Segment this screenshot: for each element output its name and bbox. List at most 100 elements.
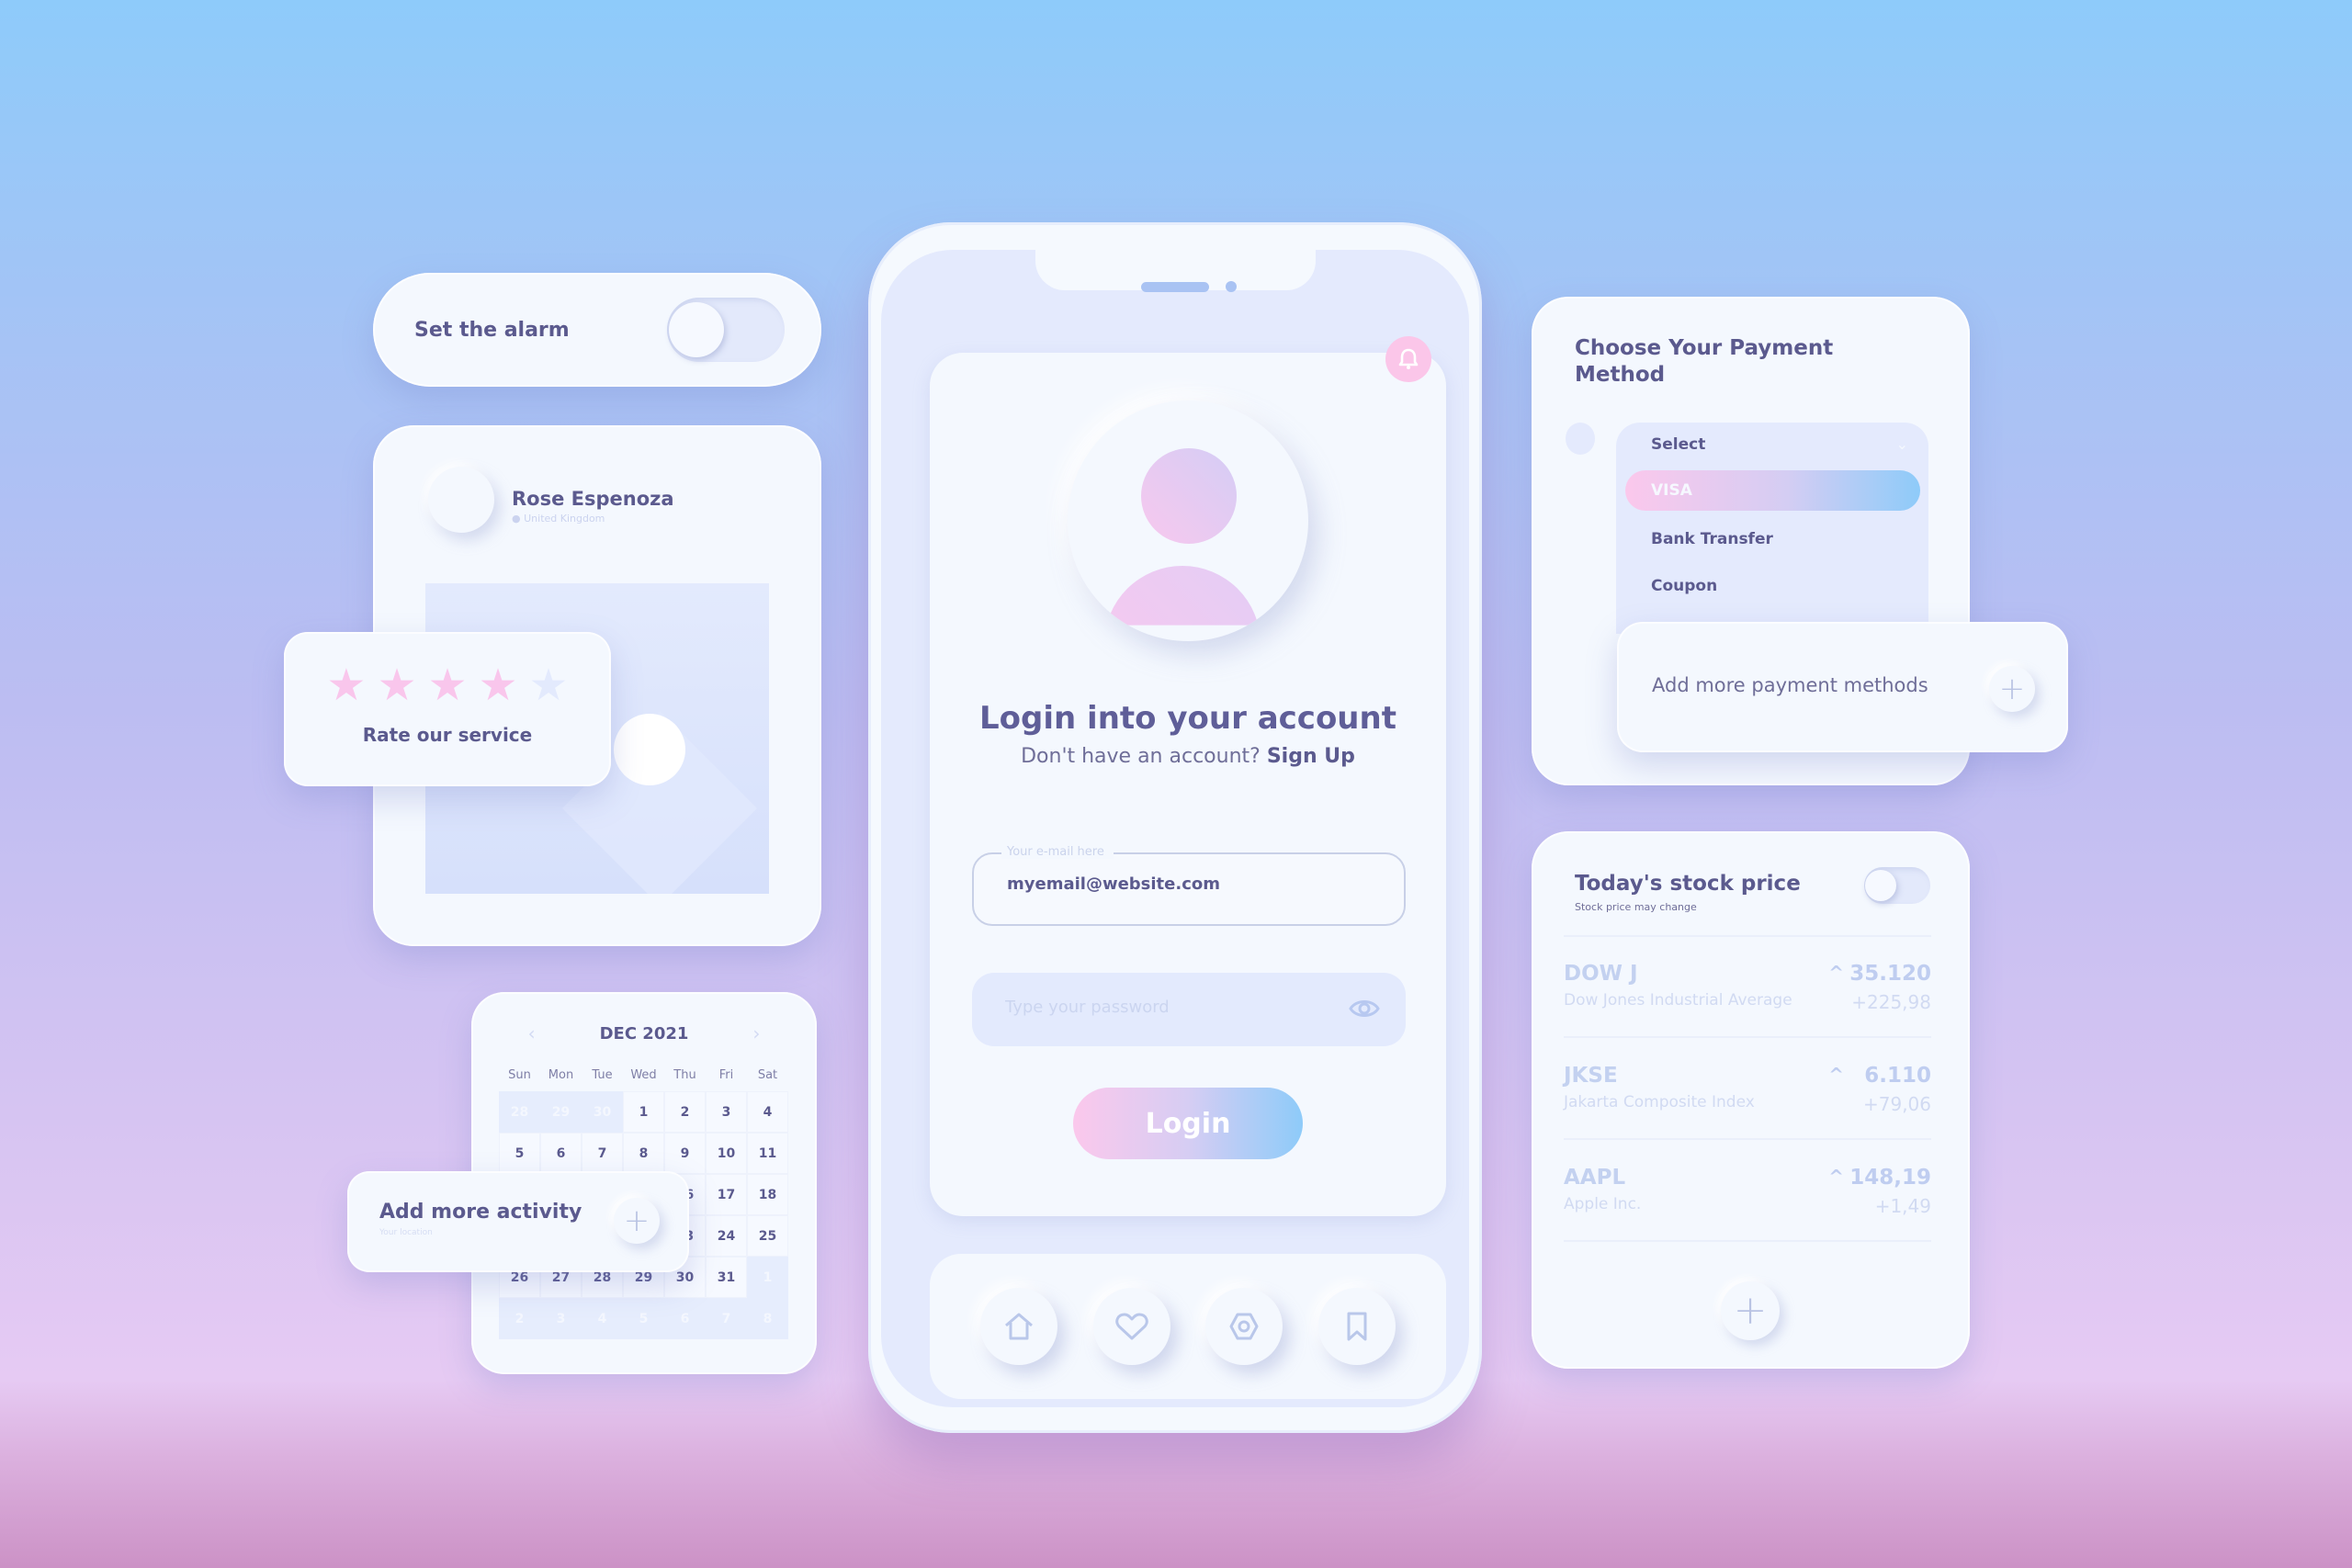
- signup-prompt: Don't have an account? Sign Up: [930, 745, 1446, 768]
- stocks-title: Today's stock price: [1575, 872, 1801, 896]
- stock-name: Jakarta Composite Index: [1564, 1093, 1755, 1111]
- activity-label: Add more activity: [379, 1201, 582, 1224]
- toggle-knob: [1865, 870, 1896, 901]
- calendar-day[interactable]: 17: [706, 1174, 747, 1215]
- password-field[interactable]: [972, 973, 1406, 1046]
- calendar-day[interactable]: 24: [706, 1215, 747, 1257]
- divider: [1564, 1240, 1931, 1242]
- bell-icon: [1398, 348, 1419, 369]
- sun-shape: [614, 714, 685, 785]
- weekday-label: Wed: [630, 1068, 657, 1082]
- chevron-down-icon[interactable]: ⌄: [1896, 435, 1908, 453]
- weekday-label: Thu: [673, 1068, 696, 1082]
- pin-icon: ●: [512, 513, 525, 525]
- stocks-card: Today's stock price Stock price may chan…: [1532, 831, 1970, 1369]
- phone-mockup: Login into your account Don't have an ac…: [868, 222, 1482, 1433]
- star-filled-icon[interactable]: ★: [427, 663, 467, 707]
- calendar-day[interactable]: 9: [664, 1133, 706, 1174]
- chevron-left-icon[interactable]: ‹: [528, 1022, 536, 1044]
- divider: [1564, 1138, 1931, 1140]
- calendar-day[interactable]: 5: [499, 1133, 540, 1174]
- calendar-day-outside[interactable]: 6: [664, 1298, 706, 1339]
- phone-speaker: [1141, 282, 1209, 292]
- add-stock-button[interactable]: +: [1721, 1281, 1780, 1340]
- calendar-day[interactable]: 18: [747, 1174, 788, 1215]
- stock-row[interactable]: DOW J Dow Jones Industrial Average ^ 35.…: [1564, 962, 1931, 1035]
- bottom-tab-bar: [930, 1254, 1446, 1399]
- calendar-day[interactable]: 25: [747, 1215, 788, 1257]
- signup-link[interactable]: Sign Up: [1267, 745, 1355, 768]
- add-activity-button[interactable]: +: [614, 1198, 660, 1244]
- activity-sublabel: Your location: [379, 1228, 433, 1237]
- calendar-day-outside[interactable]: 5: [623, 1298, 664, 1339]
- divider: [1564, 1036, 1931, 1038]
- star-filled-icon[interactable]: ★: [326, 663, 366, 707]
- calendar-day[interactable]: 8: [623, 1133, 664, 1174]
- chevron-right-icon[interactable]: ›: [752, 1022, 760, 1044]
- payment-option-visa[interactable]: VISA: [1625, 470, 1920, 511]
- add-payment-button[interactable]: +: [1989, 666, 2035, 712]
- payment-option-bank-transfer[interactable]: Bank Transfer: [1651, 530, 1773, 548]
- calendar-day[interactable]: 31: [706, 1257, 747, 1298]
- user-avatar: [1068, 400, 1308, 641]
- calendar-day[interactable]: 10: [706, 1133, 747, 1174]
- calendar-day-outside[interactable]: 8: [747, 1298, 788, 1339]
- calendar-day-outside[interactable]: 28: [499, 1091, 540, 1133]
- weekday-label: Sat: [757, 1068, 778, 1082]
- eye-icon[interactable]: [1349, 997, 1380, 1021]
- stocks-toggle[interactable]: [1864, 867, 1930, 904]
- payment-radio[interactable]: [1566, 423, 1595, 455]
- calendar-day[interactable]: 7: [582, 1133, 623, 1174]
- rating-label: Rate our service: [362, 724, 533, 746]
- star-empty-icon[interactable]: ★: [529, 663, 569, 707]
- login-button[interactable]: Login: [1073, 1088, 1303, 1159]
- calendar-day-outside[interactable]: 3: [540, 1298, 582, 1339]
- avatar-head-shape: [1141, 448, 1237, 544]
- weekday-label: Sun: [508, 1068, 531, 1082]
- calendar-day[interactable]: 2: [664, 1091, 706, 1133]
- rating-card: ★ ★ ★ ★ ★ Rate our service: [284, 632, 611, 786]
- email-input[interactable]: [1007, 874, 1374, 894]
- calendar-day-outside[interactable]: 4: [582, 1298, 623, 1339]
- stock-name: Apple Inc.: [1564, 1195, 1642, 1213]
- divider: [1564, 935, 1931, 937]
- email-field[interactable]: Your e-mail here: [972, 845, 1406, 926]
- tab-settings[interactable]: [1205, 1288, 1283, 1365]
- stock-row[interactable]: JKSE Jakarta Composite Index ^ 6.110 +79…: [1564, 1064, 1931, 1137]
- avatar[interactable]: [428, 467, 494, 533]
- home-icon: [1005, 1313, 1034, 1340]
- add-activity-card: Add more activity Your location +: [347, 1171, 689, 1272]
- calendar-day-outside[interactable]: 29: [540, 1091, 582, 1133]
- payment-option-coupon[interactable]: Coupon: [1651, 577, 1717, 595]
- add-payment-card: Add more payment methods +: [1617, 622, 2068, 752]
- calendar-day[interactable]: 6: [540, 1133, 582, 1174]
- password-input[interactable]: [1005, 998, 1336, 1017]
- calendar-day-outside[interactable]: 7: [706, 1298, 747, 1339]
- calendar-day[interactable]: 4: [747, 1091, 788, 1133]
- calendar-day-outside[interactable]: 1: [747, 1257, 788, 1298]
- profile-location: ● United Kingdom: [512, 513, 605, 525]
- calendar-day[interactable]: 11: [747, 1133, 788, 1174]
- alarm-toggle[interactable]: [667, 298, 785, 362]
- tab-bookmarks[interactable]: [1317, 1288, 1396, 1365]
- plus-icon: +: [1998, 671, 2026, 707]
- dropdown-select-label[interactable]: Select: [1651, 435, 1705, 454]
- trend-up-icon: ^: [1828, 962, 1844, 984]
- calendar-day[interactable]: 3: [706, 1091, 747, 1133]
- stock-row[interactable]: AAPL Apple Inc. ^ 148,19 +1,49: [1564, 1166, 1931, 1239]
- payment-dropdown[interactable]: Select ⌄ VISA Bank Transfer Coupon: [1616, 423, 1928, 634]
- tab-home[interactable]: [980, 1288, 1058, 1365]
- weekday-label: Fri: [718, 1068, 734, 1082]
- stock-symbol: DOW J: [1564, 962, 1638, 986]
- calendar-day-outside[interactable]: 30: [582, 1091, 623, 1133]
- star-rating[interactable]: ★ ★ ★ ★ ★: [284, 663, 611, 707]
- star-filled-icon[interactable]: ★: [377, 663, 416, 707]
- notification-button[interactable]: [1385, 336, 1431, 382]
- calendar-day-outside[interactable]: 2: [499, 1298, 540, 1339]
- stock-symbol: AAPL: [1564, 1166, 1626, 1190]
- payment-title: Choose Your Payment Method: [1575, 336, 1834, 387]
- calendar-day[interactable]: 1: [623, 1091, 664, 1133]
- star-filled-icon[interactable]: ★: [479, 663, 518, 707]
- stock-name: Dow Jones Industrial Average: [1564, 991, 1792, 1010]
- tab-favorites[interactable]: [1092, 1288, 1170, 1365]
